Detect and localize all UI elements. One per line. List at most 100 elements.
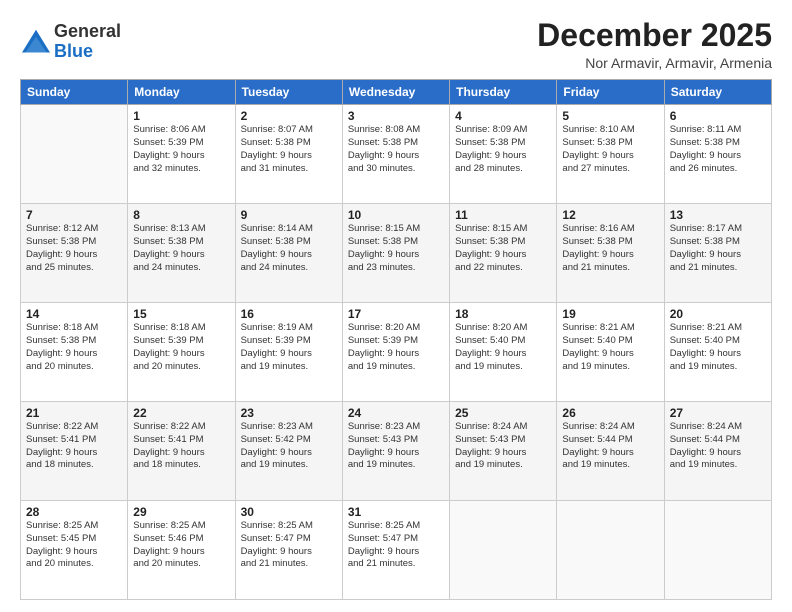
col-header-saturday: Saturday: [664, 80, 771, 105]
day-info: Sunrise: 8:17 AM Sunset: 5:38 PM Dayligh…: [670, 223, 766, 274]
day-cell: 20Sunrise: 8:21 AM Sunset: 5:40 PM Dayli…: [664, 303, 771, 402]
day-cell: 1Sunrise: 8:06 AM Sunset: 5:39 PM Daylig…: [128, 105, 235, 204]
calendar-body: 1Sunrise: 8:06 AM Sunset: 5:39 PM Daylig…: [21, 105, 772, 600]
day-cell: 17Sunrise: 8:20 AM Sunset: 5:39 PM Dayli…: [342, 303, 449, 402]
day-info: Sunrise: 8:25 AM Sunset: 5:47 PM Dayligh…: [241, 520, 337, 571]
day-number: 11: [455, 208, 551, 222]
day-info: Sunrise: 8:18 AM Sunset: 5:39 PM Dayligh…: [133, 322, 229, 373]
calendar-table: SundayMondayTuesdayWednesdayThursdayFrid…: [20, 79, 772, 600]
day-number: 8: [133, 208, 229, 222]
day-cell: 22Sunrise: 8:22 AM Sunset: 5:41 PM Dayli…: [128, 402, 235, 501]
day-number: 4: [455, 109, 551, 123]
day-number: 20: [670, 307, 766, 321]
day-number: 31: [348, 505, 444, 519]
col-header-wednesday: Wednesday: [342, 80, 449, 105]
day-cell: 12Sunrise: 8:16 AM Sunset: 5:38 PM Dayli…: [557, 204, 664, 303]
day-cell: 18Sunrise: 8:20 AM Sunset: 5:40 PM Dayli…: [450, 303, 557, 402]
day-cell: [557, 501, 664, 600]
col-header-tuesday: Tuesday: [235, 80, 342, 105]
day-cell: [664, 501, 771, 600]
day-info: Sunrise: 8:24 AM Sunset: 5:44 PM Dayligh…: [670, 421, 766, 472]
day-info: Sunrise: 8:16 AM Sunset: 5:38 PM Dayligh…: [562, 223, 658, 274]
day-info: Sunrise: 8:14 AM Sunset: 5:38 PM Dayligh…: [241, 223, 337, 274]
location: Nor Armavir, Armavir, Armenia: [537, 55, 772, 71]
logo: General Blue: [20, 22, 121, 62]
day-cell: 30Sunrise: 8:25 AM Sunset: 5:47 PM Dayli…: [235, 501, 342, 600]
day-cell: 11Sunrise: 8:15 AM Sunset: 5:38 PM Dayli…: [450, 204, 557, 303]
week-row-3: 21Sunrise: 8:22 AM Sunset: 5:41 PM Dayli…: [21, 402, 772, 501]
day-info: Sunrise: 8:25 AM Sunset: 5:45 PM Dayligh…: [26, 520, 122, 571]
day-cell: 9Sunrise: 8:14 AM Sunset: 5:38 PM Daylig…: [235, 204, 342, 303]
day-info: Sunrise: 8:22 AM Sunset: 5:41 PM Dayligh…: [26, 421, 122, 472]
day-info: Sunrise: 8:23 AM Sunset: 5:42 PM Dayligh…: [241, 421, 337, 472]
day-cell: 25Sunrise: 8:24 AM Sunset: 5:43 PM Dayli…: [450, 402, 557, 501]
day-number: 25: [455, 406, 551, 420]
day-number: 10: [348, 208, 444, 222]
day-number: 27: [670, 406, 766, 420]
day-number: 12: [562, 208, 658, 222]
day-number: 2: [241, 109, 337, 123]
header-row: SundayMondayTuesdayWednesdayThursdayFrid…: [21, 80, 772, 105]
day-info: Sunrise: 8:15 AM Sunset: 5:38 PM Dayligh…: [455, 223, 551, 274]
day-number: 1: [133, 109, 229, 123]
day-info: Sunrise: 8:25 AM Sunset: 5:47 PM Dayligh…: [348, 520, 444, 571]
day-number: 13: [670, 208, 766, 222]
logo-text: General Blue: [54, 22, 121, 62]
day-cell: 26Sunrise: 8:24 AM Sunset: 5:44 PM Dayli…: [557, 402, 664, 501]
day-cell: 6Sunrise: 8:11 AM Sunset: 5:38 PM Daylig…: [664, 105, 771, 204]
day-cell: 4Sunrise: 8:09 AM Sunset: 5:38 PM Daylig…: [450, 105, 557, 204]
logo-blue: Blue: [54, 42, 121, 62]
day-cell: 5Sunrise: 8:10 AM Sunset: 5:38 PM Daylig…: [557, 105, 664, 204]
week-row-1: 7Sunrise: 8:12 AM Sunset: 5:38 PM Daylig…: [21, 204, 772, 303]
day-number: 18: [455, 307, 551, 321]
day-info: Sunrise: 8:19 AM Sunset: 5:39 PM Dayligh…: [241, 322, 337, 373]
col-header-sunday: Sunday: [21, 80, 128, 105]
day-info: Sunrise: 8:08 AM Sunset: 5:38 PM Dayligh…: [348, 124, 444, 175]
day-number: 16: [241, 307, 337, 321]
day-cell: 13Sunrise: 8:17 AM Sunset: 5:38 PM Dayli…: [664, 204, 771, 303]
week-row-2: 14Sunrise: 8:18 AM Sunset: 5:38 PM Dayli…: [21, 303, 772, 402]
day-cell: 15Sunrise: 8:18 AM Sunset: 5:39 PM Dayli…: [128, 303, 235, 402]
day-info: Sunrise: 8:20 AM Sunset: 5:40 PM Dayligh…: [455, 322, 551, 373]
day-number: 7: [26, 208, 122, 222]
day-cell: 8Sunrise: 8:13 AM Sunset: 5:38 PM Daylig…: [128, 204, 235, 303]
day-info: Sunrise: 8:06 AM Sunset: 5:39 PM Dayligh…: [133, 124, 229, 175]
day-cell: 31Sunrise: 8:25 AM Sunset: 5:47 PM Dayli…: [342, 501, 449, 600]
day-cell: 24Sunrise: 8:23 AM Sunset: 5:43 PM Dayli…: [342, 402, 449, 501]
day-cell: 2Sunrise: 8:07 AM Sunset: 5:38 PM Daylig…: [235, 105, 342, 204]
day-cell: [21, 105, 128, 204]
day-info: Sunrise: 8:09 AM Sunset: 5:38 PM Dayligh…: [455, 124, 551, 175]
day-number: 3: [348, 109, 444, 123]
day-cell: 23Sunrise: 8:23 AM Sunset: 5:42 PM Dayli…: [235, 402, 342, 501]
col-header-monday: Monday: [128, 80, 235, 105]
day-cell: 10Sunrise: 8:15 AM Sunset: 5:38 PM Dayli…: [342, 204, 449, 303]
day-number: 19: [562, 307, 658, 321]
day-number: 23: [241, 406, 337, 420]
col-header-thursday: Thursday: [450, 80, 557, 105]
week-row-4: 28Sunrise: 8:25 AM Sunset: 5:45 PM Dayli…: [21, 501, 772, 600]
day-cell: [450, 501, 557, 600]
day-cell: 27Sunrise: 8:24 AM Sunset: 5:44 PM Dayli…: [664, 402, 771, 501]
day-number: 6: [670, 109, 766, 123]
day-info: Sunrise: 8:24 AM Sunset: 5:44 PM Dayligh…: [562, 421, 658, 472]
day-cell: 14Sunrise: 8:18 AM Sunset: 5:38 PM Dayli…: [21, 303, 128, 402]
day-info: Sunrise: 8:15 AM Sunset: 5:38 PM Dayligh…: [348, 223, 444, 274]
calendar-header: SundayMondayTuesdayWednesdayThursdayFrid…: [21, 80, 772, 105]
day-number: 30: [241, 505, 337, 519]
day-number: 17: [348, 307, 444, 321]
day-info: Sunrise: 8:12 AM Sunset: 5:38 PM Dayligh…: [26, 223, 122, 274]
day-number: 5: [562, 109, 658, 123]
day-cell: 29Sunrise: 8:25 AM Sunset: 5:46 PM Dayli…: [128, 501, 235, 600]
day-number: 28: [26, 505, 122, 519]
day-info: Sunrise: 8:11 AM Sunset: 5:38 PM Dayligh…: [670, 124, 766, 175]
col-header-friday: Friday: [557, 80, 664, 105]
day-number: 29: [133, 505, 229, 519]
day-cell: 3Sunrise: 8:08 AM Sunset: 5:38 PM Daylig…: [342, 105, 449, 204]
day-info: Sunrise: 8:10 AM Sunset: 5:38 PM Dayligh…: [562, 124, 658, 175]
day-info: Sunrise: 8:22 AM Sunset: 5:41 PM Dayligh…: [133, 421, 229, 472]
day-number: 14: [26, 307, 122, 321]
day-info: Sunrise: 8:21 AM Sunset: 5:40 PM Dayligh…: [670, 322, 766, 373]
logo-general: General: [54, 22, 121, 42]
page: General Blue December 2025 Nor Armavir, …: [0, 0, 792, 612]
day-number: 22: [133, 406, 229, 420]
